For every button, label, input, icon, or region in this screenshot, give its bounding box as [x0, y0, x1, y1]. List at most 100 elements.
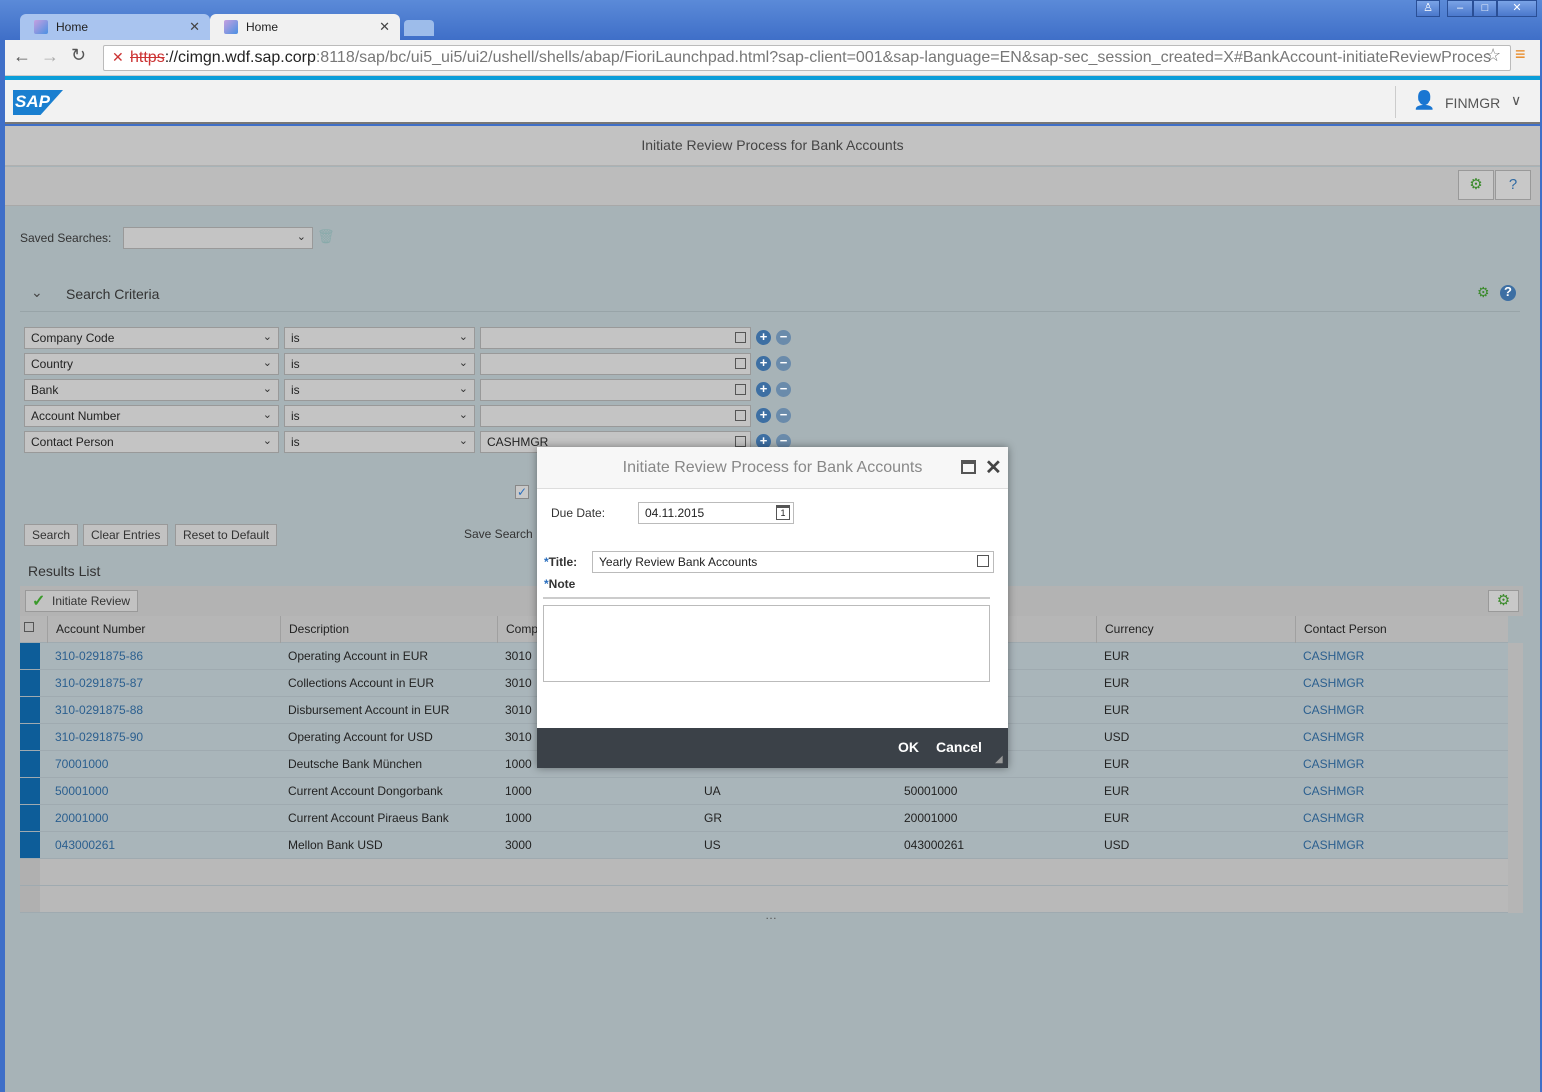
- close-tab-icon[interactable]: ✕: [189, 19, 200, 35]
- table-cell[interactable]: 310-0291875-86: [47, 643, 280, 670]
- criteria-operator-select[interactable]: is ⌄: [284, 405, 475, 427]
- table-cell[interactable]: 310-0291875-90: [47, 724, 280, 751]
- close-window-button[interactable]: ✕: [1497, 0, 1537, 17]
- table-cell[interactable]: 50001000: [47, 778, 280, 805]
- close-icon[interactable]: ✕: [985, 455, 1002, 480]
- table-cell[interactable]: 043000261: [47, 832, 280, 859]
- add-row-icon[interactable]: +: [756, 330, 771, 345]
- due-date-input[interactable]: 04.11.2015 1: [638, 502, 794, 524]
- table-cell[interactable]: 310-0291875-87: [47, 670, 280, 697]
- row-selector[interactable]: [20, 724, 40, 750]
- add-row-icon[interactable]: +: [756, 408, 771, 423]
- collapse-chevron-icon[interactable]: ⌄: [31, 284, 43, 301]
- title-input[interactable]: Yearly Review Bank Accounts: [592, 551, 994, 573]
- criteria-operator-select[interactable]: is ⌄: [284, 431, 475, 453]
- menu-icon[interactable]: ≡: [1515, 44, 1526, 65]
- table-cell[interactable]: CASHMGR: [1295, 724, 1508, 751]
- remove-row-icon[interactable]: −: [776, 330, 791, 345]
- table-cell[interactable]: CASHMGR: [1295, 697, 1508, 724]
- table-cell[interactable]: CASHMGR: [1295, 643, 1508, 670]
- forward-icon[interactable]: →: [41, 46, 59, 67]
- value-help-icon[interactable]: [735, 358, 746, 369]
- cancel-button[interactable]: Cancel: [936, 739, 982, 755]
- criteria-operator-select[interactable]: is ⌄: [284, 379, 475, 401]
- personalize-button[interactable]: ⚙: [1458, 170, 1494, 200]
- remove-row-icon[interactable]: −: [776, 382, 791, 397]
- address-bar[interactable]: ✕ https://cimgn.wdf.sap.corp:8118/sap/bc…: [103, 45, 1511, 71]
- close-tab-icon[interactable]: ✕: [379, 19, 390, 35]
- add-row-icon[interactable]: +: [756, 356, 771, 371]
- vertical-scrollbar[interactable]: [1508, 643, 1523, 913]
- column-header[interactable]: Contact Person: [1295, 616, 1508, 643]
- row-selector[interactable]: [20, 697, 40, 723]
- value-help-icon[interactable]: [977, 555, 989, 567]
- new-tab-button[interactable]: [404, 20, 434, 36]
- table-cell[interactable]: CASHMGR: [1295, 805, 1508, 832]
- remove-row-icon[interactable]: −: [776, 408, 791, 423]
- value-help-icon[interactable]: [735, 436, 746, 447]
- criteria-operator-select[interactable]: is ⌄: [284, 353, 475, 375]
- value-help-icon[interactable]: [735, 332, 746, 343]
- help-button[interactable]: ?: [1495, 170, 1531, 200]
- criteria-value-input[interactable]: [480, 327, 751, 349]
- table-cell[interactable]: 20001000: [47, 805, 280, 832]
- clear-entries-button[interactable]: Clear Entries: [83, 524, 169, 546]
- bookmark-star-icon[interactable]: ☆: [1485, 45, 1501, 66]
- row-selector[interactable]: [20, 832, 40, 858]
- row-selector[interactable]: [20, 670, 40, 696]
- column-header[interactable]: Description: [280, 616, 497, 643]
- search-button[interactable]: Search: [24, 524, 79, 546]
- criteria-field-select[interactable]: Account Number ⌄: [24, 405, 279, 427]
- criteria-field-select[interactable]: Bank ⌄: [24, 379, 279, 401]
- column-header[interactable]: Currency: [1096, 616, 1295, 643]
- personalize-icon[interactable]: ⚙: [1477, 284, 1490, 301]
- remove-row-icon[interactable]: −: [776, 356, 791, 371]
- resize-grip-icon[interactable]: ◢: [995, 754, 1003, 765]
- table-cell[interactable]: CASHMGR: [1295, 751, 1508, 778]
- resize-handle[interactable]: …: [765, 908, 777, 922]
- row-selector[interactable]: [20, 805, 40, 831]
- add-row-icon[interactable]: +: [756, 382, 771, 397]
- criteria-value-input[interactable]: [480, 379, 751, 401]
- browser-tab[interactable]: Home ✕: [20, 14, 210, 40]
- table-row[interactable]: 50001000 Current Account Dongorbank 1000 UA…: [20, 778, 1508, 805]
- column-header[interactable]: Account Number: [47, 616, 280, 643]
- ok-button[interactable]: OK: [898, 739, 919, 755]
- table-cell[interactable]: CASHMGR: [1295, 832, 1508, 859]
- user-menu[interactable]: 👤 FINMGR ∨: [1413, 90, 1542, 116]
- select-all-icon[interactable]: [24, 622, 34, 632]
- browser-tab-active[interactable]: Home ✕: [210, 14, 400, 40]
- criteria-field-select[interactable]: Company Code ⌄: [24, 327, 279, 349]
- table-cell[interactable]: CASHMGR: [1295, 778, 1508, 805]
- table-cell[interactable]: 70001000: [47, 751, 280, 778]
- table-cell[interactable]: CASHMGR: [1295, 670, 1508, 697]
- criteria-field-select[interactable]: Contact Person ⌄: [24, 431, 279, 453]
- checkbox[interactable]: ✓: [515, 485, 529, 499]
- value-help-icon[interactable]: [735, 410, 746, 421]
- delete-icon[interactable]: 🗑: [317, 228, 335, 245]
- help-icon[interactable]: ?: [1500, 285, 1516, 301]
- maximize-button[interactable]: □: [1473, 0, 1497, 17]
- criteria-value-input[interactable]: [480, 405, 751, 427]
- criteria-value-input[interactable]: [480, 353, 751, 375]
- value-help-icon[interactable]: [735, 384, 746, 395]
- save-search-label[interactable]: Save Search: [464, 527, 533, 541]
- table-personalize-button[interactable]: ⚙: [1488, 590, 1519, 612]
- table-row[interactable]: 20001000 Current Account Piraeus Bank 1000…: [20, 805, 1508, 832]
- table-cell[interactable]: 310-0291875-88: [47, 697, 280, 724]
- row-selector[interactable]: [20, 751, 40, 777]
- note-textarea[interactable]: [543, 605, 990, 682]
- user-profile-icon[interactable]: ♙: [1416, 0, 1440, 17]
- criteria-operator-select[interactable]: is ⌄: [284, 327, 475, 349]
- back-icon[interactable]: ←: [13, 46, 31, 67]
- saved-searches-select[interactable]: ⌄: [123, 227, 313, 249]
- calendar-icon[interactable]: 1: [776, 505, 790, 520]
- row-selector[interactable]: [20, 643, 40, 669]
- reset-default-button[interactable]: Reset to Default: [175, 524, 278, 546]
- criteria-field-select[interactable]: Country ⌄: [24, 353, 279, 375]
- row-selector[interactable]: [20, 778, 40, 804]
- table-row[interactable]: 043000261 Mellon Bank USD 3000 US 043000261 U…: [20, 832, 1508, 859]
- initiate-review-button[interactable]: ✓ Initiate Review: [25, 590, 139, 612]
- maximize-icon[interactable]: [961, 460, 976, 474]
- minimize-button[interactable]: –: [1447, 0, 1473, 17]
